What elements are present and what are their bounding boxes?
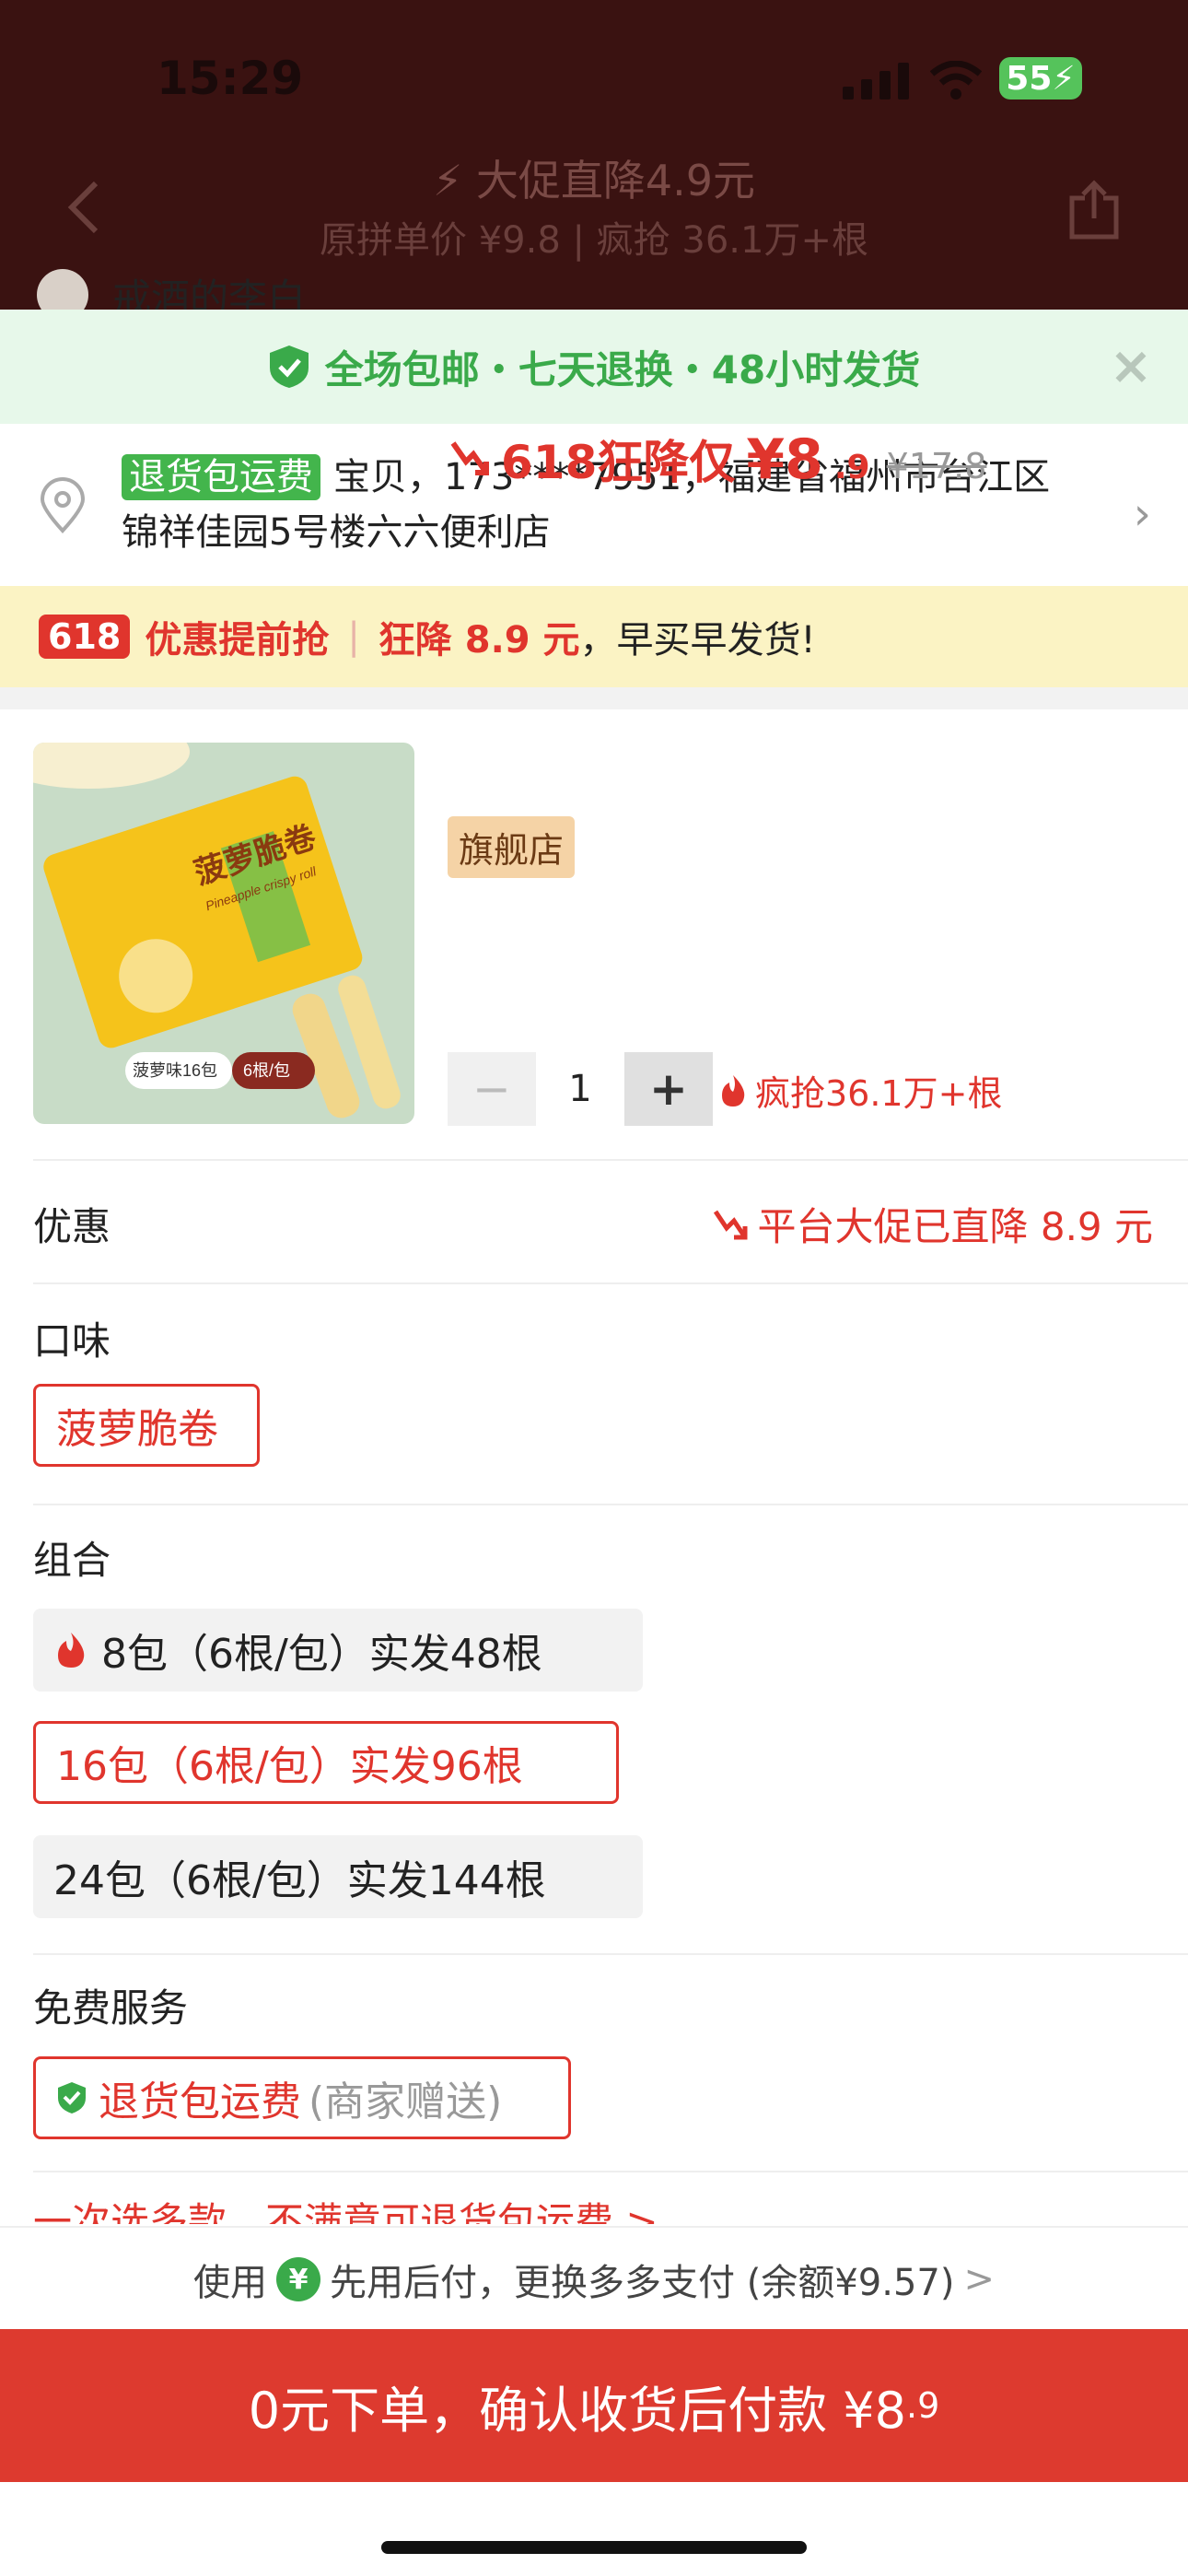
status-time: 15:29 — [157, 52, 304, 105]
signal-icon — [843, 63, 909, 100]
order-button[interactable]: 0元下单，确认收货后付款 ¥8.9 — [0, 2329, 1188, 2482]
img-per-text: 6根/包 — [243, 1061, 290, 1080]
free-shipping-banner: 全场包邮・七天退换・48小时发货 × — [0, 310, 1188, 424]
divider — [33, 1282, 1188, 1284]
discount-value: 平台大促已直降 8.9 元 — [712, 1196, 1153, 1252]
combo-option-24[interactable]: 24包（6根/包）实发144根 — [33, 1835, 643, 1918]
discount-label: 优惠 — [33, 1204, 111, 1249]
divider — [33, 1159, 1188, 1161]
minus-button[interactable]: − — [448, 1052, 536, 1126]
peek-bottom-text: 一次选多款，不满意可退货包运费 > — [33, 2199, 658, 2224]
plus-button[interactable]: + — [624, 1052, 713, 1126]
product-image[interactable]: 菠萝脆卷 Pineapple crispy roll 菠萝味16包 6根/包 — [33, 743, 414, 1124]
battery-indicator: 55 ⚡ — [999, 57, 1082, 100]
pay-later-bar[interactable]: 使用 ¥ 先用后付，更换多多支付 (余额¥9.57) > — [0, 2226, 1188, 2331]
wifi-icon — [930, 61, 982, 100]
hot-sale-text: 疯抢36.1万+根 — [718, 1065, 1002, 1116]
chevron-right-icon: > — [963, 2258, 995, 2301]
618-badge: 618 — [39, 615, 131, 659]
divider — [33, 1504, 1188, 1505]
nav-subtitle: 原拼单价 ¥9.8 | 疯抢 36.1万+根 — [320, 219, 868, 262]
service-label: 免费服务 — [33, 1985, 189, 2031]
flagship-store-tag: 旗舰店 — [448, 816, 576, 878]
flavor-label: 口味 — [33, 1318, 111, 1364]
return-shipping-tag: 退货包运费 — [122, 454, 320, 500]
divider — [33, 2171, 1188, 2172]
status-bar: 15:29 55 ⚡ — [0, 37, 1188, 120]
shield-check-icon — [58, 2082, 86, 2113]
price-line: 618狂降仅 ¥8.9 ¥17.8 — [449, 426, 986, 492]
divider — [33, 1953, 1188, 1955]
img-flavor-text: 菠萝味16包 — [133, 1061, 217, 1080]
price-down-icon — [450, 441, 489, 475]
quantity-value: 1 — [568, 1068, 592, 1110]
share-icon[interactable] — [1068, 180, 1120, 240]
flame-icon — [58, 1633, 85, 1668]
close-icon[interactable]: × — [1107, 341, 1155, 392]
pay-later-icon: ¥ — [276, 2257, 321, 2301]
price-down-icon — [713, 1210, 747, 1239]
quantity-stepper: − 1 + — [448, 1052, 713, 1126]
home-indicator — [381, 2541, 807, 2554]
combo-label: 组合 — [33, 1538, 111, 1583]
service-option[interactable]: 退货包运费 (商家赠送) — [33, 2056, 571, 2139]
combo-option-16[interactable]: 16包（6根/包）实发96根 — [33, 1721, 619, 1804]
flavor-option[interactable]: 菠萝脆卷 — [33, 1384, 260, 1467]
flame-icon — [722, 1074, 745, 1107]
section-gap — [0, 687, 1188, 709]
promo-banner: 618 优惠提前抢 | 狂降 8.9 元 ，早买早发货! — [0, 586, 1188, 687]
chevron-right-icon: › — [1133, 488, 1151, 540]
shield-check-icon — [269, 345, 309, 388]
nav-title: ⚡ 大促直降4.9元 — [432, 156, 756, 205]
combo-option-8[interactable]: 8包（6根/包）实发48根 — [33, 1609, 643, 1692]
location-pin-icon — [40, 477, 86, 533]
